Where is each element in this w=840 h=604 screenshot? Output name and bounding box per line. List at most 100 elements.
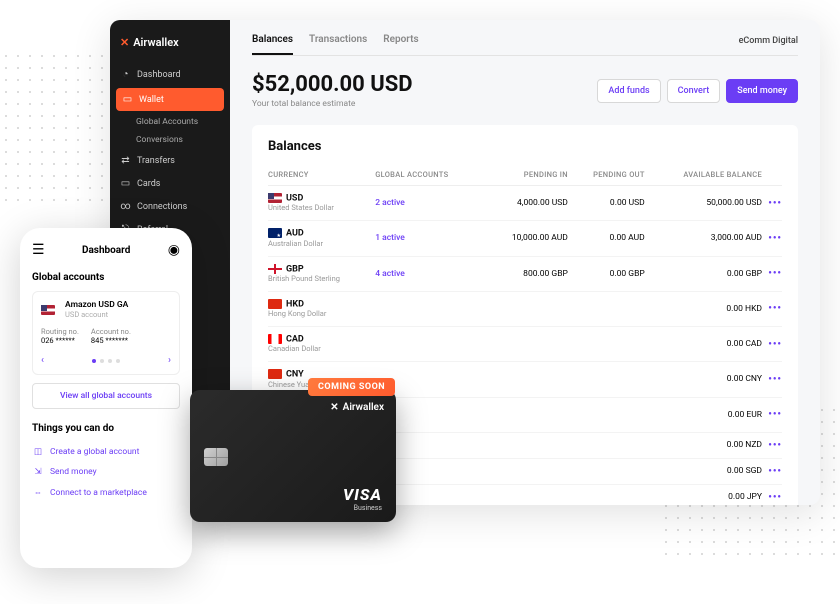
- add-funds-button[interactable]: Add funds: [597, 79, 660, 103]
- active-accounts-link[interactable]: 2 active: [375, 198, 405, 208]
- global-accounts-heading: Global accounts: [32, 272, 180, 283]
- currency-name: Australian Dollar: [268, 239, 323, 248]
- total-balance: $52,000.00 USD: [252, 72, 413, 97]
- sidebar-subitem[interactable]: Global Accounts: [110, 113, 230, 131]
- table-row: CADCanadian Dollar 0.00 CAD •••: [268, 327, 782, 362]
- more-icon[interactable]: •••: [768, 466, 782, 477]
- pager-prev-icon[interactable]: ‹: [41, 355, 44, 366]
- more-icon[interactable]: •••: [768, 409, 782, 420]
- more-icon[interactable]: •••: [768, 374, 782, 385]
- action-label: Connect to a marketplace: [50, 488, 147, 498]
- gb-flag-icon: [268, 264, 282, 274]
- col-currency: CURRENCY: [268, 164, 375, 186]
- pending-in: [484, 458, 567, 484]
- sidebar-item-dashboard[interactable]: ◔Dashboard: [110, 63, 230, 86]
- ca-flag-icon: [268, 334, 282, 344]
- pending-out: 0.00 AUD: [568, 221, 645, 256]
- active-accounts-link[interactable]: 1 active: [375, 233, 405, 243]
- col-pending-in: PENDING IN: [484, 164, 567, 186]
- action-icon: ⇲: [32, 467, 44, 477]
- available-balance: 3,000.00 AUD: [645, 221, 762, 256]
- sidebar-item-label: Wallet: [139, 95, 164, 105]
- account-number-label: Account no.: [91, 327, 131, 336]
- balance-subtitle: Your total balance estimate: [252, 99, 413, 109]
- action-icon: ⇔: [32, 487, 44, 498]
- active-accounts-link[interactable]: 4 active: [375, 269, 405, 279]
- available-balance: 0.00 CAD: [645, 327, 762, 362]
- pending-in: [484, 484, 567, 505]
- col-available: AVAILABLE BALANCE: [645, 164, 762, 186]
- tab-reports[interactable]: Reports: [383, 34, 418, 55]
- pager-next-icon[interactable]: ›: [168, 355, 171, 366]
- currency-name: Hong Kong Dollar: [268, 309, 326, 318]
- sidebar-subitem[interactable]: Conversions: [110, 131, 230, 149]
- more-icon[interactable]: •••: [768, 339, 782, 350]
- pending-in: [484, 327, 567, 362]
- more-icon[interactable]: •••: [768, 492, 782, 503]
- wallet-icon: ▭: [122, 94, 133, 105]
- action-label: Create a global account: [50, 447, 139, 457]
- pending-out: [568, 327, 645, 362]
- chip-icon: [204, 448, 228, 466]
- currency-code: AUD: [286, 229, 304, 239]
- sidebar-item-wallet[interactable]: ▭ Wallet: [116, 88, 224, 111]
- pending-in: 4,000.00 USD: [484, 186, 567, 221]
- available-balance: 0.00 GBP: [645, 256, 762, 291]
- pending-in: [484, 362, 567, 397]
- pending-out: [568, 484, 645, 505]
- hamburger-icon[interactable]: ☰: [32, 242, 45, 258]
- account-type: USD account: [65, 310, 128, 319]
- card-brand-logo: ✕ Airwallex: [202, 402, 384, 413]
- col-global: GLOBAL ACCOUNTS: [375, 164, 484, 186]
- sidebar-item-label: Transfers: [137, 156, 175, 166]
- quick-action[interactable]: ⇲ Send money: [32, 462, 180, 482]
- account-name: Amazon USD GA: [65, 300, 128, 310]
- brand-name: Airwallex: [133, 36, 178, 49]
- pending-in: 10,000.00 AUD: [484, 221, 567, 256]
- available-balance: 0.00 JPY: [645, 484, 762, 505]
- pending-in: [484, 432, 567, 458]
- sidebar-item-cards[interactable]: ▭Cards: [110, 172, 230, 195]
- au-flag-icon: [268, 228, 282, 238]
- convert-button[interactable]: Convert: [667, 79, 721, 103]
- pending-out: [568, 458, 645, 484]
- more-icon[interactable]: •••: [768, 303, 782, 314]
- quick-action[interactable]: ◫Create a global account: [32, 442, 180, 462]
- pending-out: [568, 397, 645, 432]
- currency-code: GBP: [286, 264, 304, 274]
- company-name[interactable]: eComm Digital: [739, 36, 798, 46]
- available-balance: 0.00 EUR: [645, 397, 762, 432]
- table-row: USDUnited States Dollar 2 active 4,000.0…: [268, 186, 782, 221]
- more-icon[interactable]: •••: [768, 198, 782, 209]
- available-balance: 0.00 HKD: [645, 291, 762, 326]
- available-balance: 0.00 NZD: [645, 432, 762, 458]
- send-money-button[interactable]: Send money: [726, 79, 798, 103]
- more-icon[interactable]: •••: [768, 233, 782, 244]
- pending-out: 0.00 USD: [568, 186, 645, 221]
- things-you-can-do-heading: Things you can do: [32, 423, 180, 434]
- pending-in: 800.00 GBP: [484, 256, 567, 291]
- sidebar-item-connections[interactable]: ∞Connections: [110, 195, 230, 218]
- pending-in: [484, 397, 567, 432]
- action-label: Send money: [50, 467, 97, 477]
- mobile-title: Dashboard: [82, 245, 130, 256]
- pending-out: [568, 291, 645, 326]
- pending-out: [568, 432, 645, 458]
- more-icon[interactable]: •••: [768, 268, 782, 279]
- table-row: HKDHong Kong Dollar 0.00 HKD •••: [268, 291, 782, 326]
- profile-icon[interactable]: ◉: [168, 242, 180, 258]
- panel-title: Balances: [268, 139, 782, 154]
- sidebar-item-transfers[interactable]: ⇄ Transfers: [110, 149, 230, 172]
- transfers-icon: ⇄: [120, 155, 131, 166]
- tab-balances[interactable]: Balances: [252, 34, 293, 55]
- quick-action[interactable]: ⇔ Connect to a marketplace: [32, 482, 180, 503]
- view-all-accounts-button[interactable]: View all global accounts: [32, 383, 180, 409]
- tab-transactions[interactable]: Transactions: [309, 34, 367, 55]
- routing-number: 026 ******: [41, 336, 75, 345]
- sidebar-item-label: Cards: [137, 179, 160, 189]
- currency-code: CNY: [286, 370, 304, 380]
- account-card[interactable]: Amazon USD GA USD account Routing no.026…: [32, 291, 180, 375]
- logo-mark-icon: ✕: [330, 402, 338, 413]
- more-icon[interactable]: •••: [768, 440, 782, 451]
- tab-bar: Balances Transactions Reports: [252, 34, 798, 56]
